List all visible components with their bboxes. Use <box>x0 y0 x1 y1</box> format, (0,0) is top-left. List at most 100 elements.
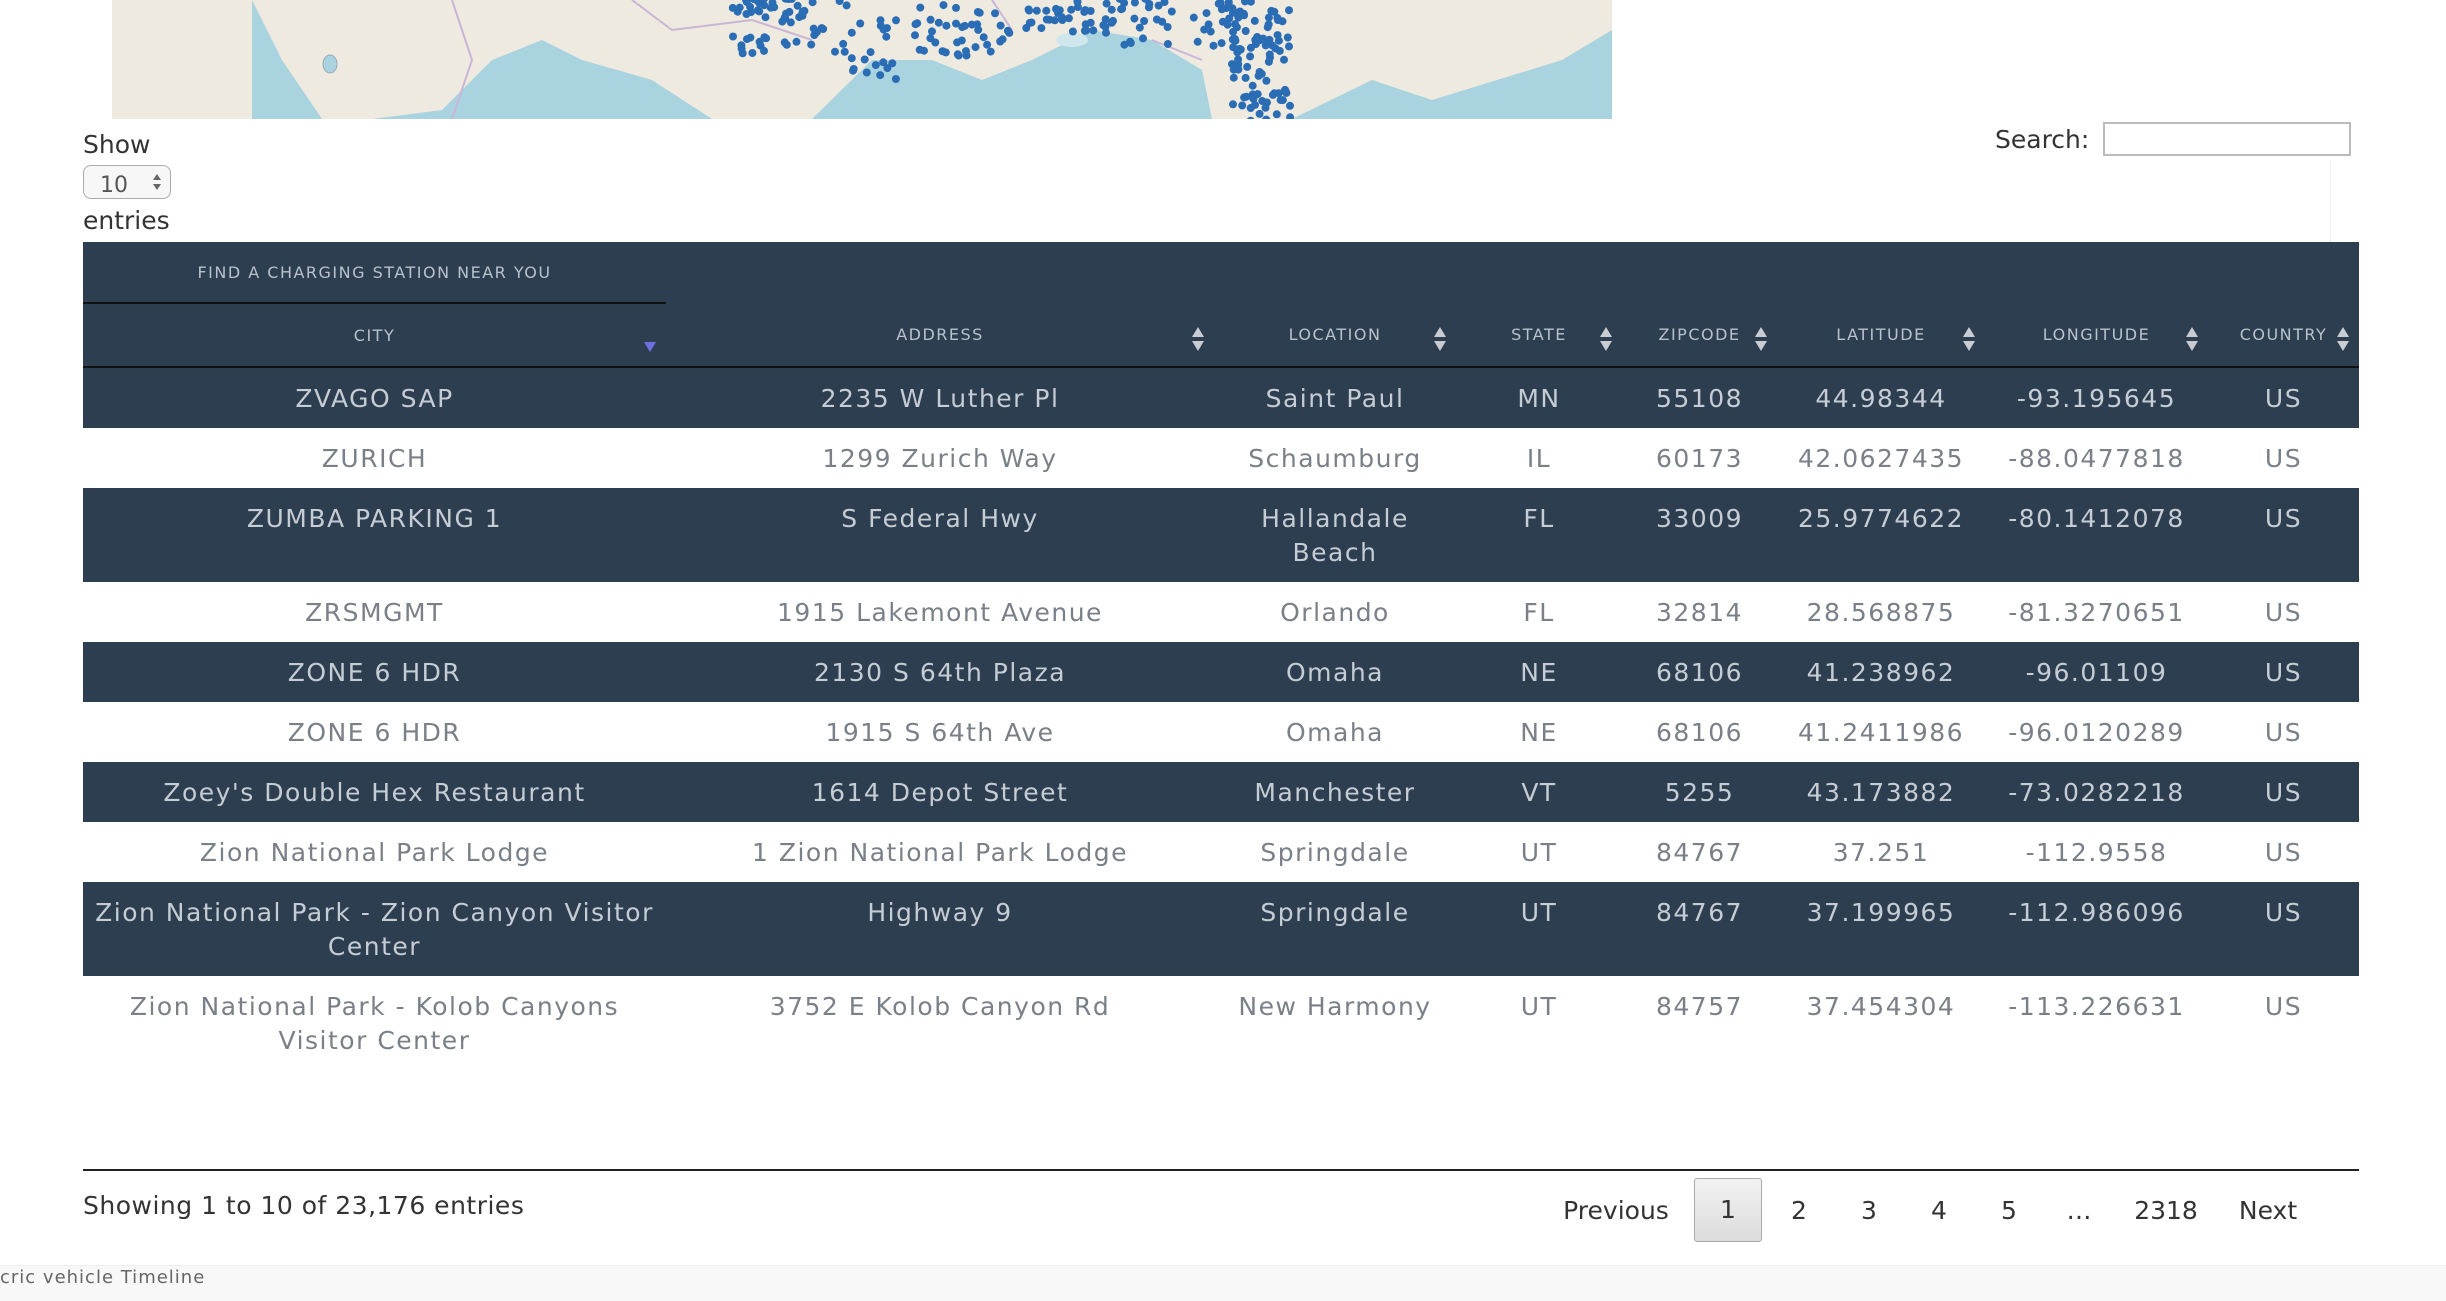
station-marker[interactable] <box>1003 26 1012 35</box>
station-marker[interactable] <box>991 9 999 18</box>
station-marker[interactable] <box>1032 6 1041 15</box>
station-marker[interactable] <box>1163 23 1172 31</box>
station-marker[interactable] <box>793 1 802 10</box>
station-marker[interactable] <box>1270 89 1279 98</box>
station-marker[interactable] <box>738 49 747 58</box>
previous-button[interactable]: Previous <box>1540 1196 1692 1225</box>
table-row[interactable]: ZUMBA PARKING 1S Federal Hwy Hallandale B… <box>83 488 2359 582</box>
station-marker[interactable] <box>931 38 940 47</box>
station-marker[interactable] <box>798 11 807 20</box>
station-marker[interactable] <box>1261 103 1270 112</box>
station-marker[interactable] <box>835 0 844 5</box>
station-marker[interactable] <box>862 68 871 77</box>
station-marker[interactable] <box>807 40 816 49</box>
station-marker[interactable] <box>1262 76 1271 85</box>
station-marker[interactable] <box>971 43 980 52</box>
station-marker[interactable] <box>1285 42 1293 51</box>
column-header-longitude[interactable]: LONGITUDE <box>1985 303 2208 368</box>
station-marker[interactable] <box>939 1 948 10</box>
station-marker[interactable] <box>1101 15 1110 24</box>
table-row[interactable]: ZONE 6 HDR 1915 S 64th Ave Omaha NE 68106 41.… <box>83 702 2359 762</box>
station-marker[interactable] <box>782 40 791 49</box>
station-marker[interactable] <box>911 31 919 40</box>
station-marker[interactable] <box>975 8 984 17</box>
station-marker[interactable] <box>1167 7 1176 16</box>
station-marker[interactable] <box>1140 17 1149 25</box>
station-marker[interactable] <box>1239 9 1248 18</box>
station-marker[interactable] <box>1272 110 1281 119</box>
station-marker[interactable] <box>1275 46 1284 55</box>
column-header-zipcode[interactable]: ZIPCODE <box>1622 303 1777 368</box>
station-marker[interactable] <box>1228 4 1237 13</box>
station-marker[interactable] <box>1193 37 1202 46</box>
station-map[interactable]: i <box>112 0 1612 119</box>
station-marker[interactable] <box>1202 9 1211 18</box>
station-marker[interactable] <box>934 18 943 27</box>
station-markers[interactable] <box>112 0 1612 119</box>
station-marker[interactable] <box>962 51 971 60</box>
station-marker[interactable] <box>1229 100 1237 109</box>
station-marker[interactable] <box>1050 16 1059 25</box>
station-marker[interactable] <box>952 3 960 12</box>
station-marker[interactable] <box>1246 43 1255 52</box>
station-marker[interactable] <box>1089 26 1098 35</box>
station-marker[interactable] <box>840 47 849 56</box>
station-marker[interactable] <box>1135 23 1144 32</box>
station-marker[interactable] <box>1276 96 1285 104</box>
station-marker[interactable] <box>735 3 744 12</box>
station-marker[interactable] <box>856 19 865 28</box>
page-button[interactable]: 5 <box>1976 1196 2042 1225</box>
station-marker[interactable] <box>1068 27 1077 36</box>
station-marker[interactable] <box>1251 100 1259 109</box>
station-marker[interactable] <box>871 61 880 70</box>
page-button[interactable]: 2318 <box>2116 1196 2216 1225</box>
table-row[interactable]: Zion National Park - Kolob Canyons Visit… <box>83 976 2359 1070</box>
station-marker[interactable] <box>1025 18 1034 27</box>
page-button[interactable]: 2 <box>1766 1196 1832 1225</box>
station-marker[interactable] <box>808 0 817 7</box>
station-marker[interactable] <box>958 23 967 32</box>
station-marker[interactable] <box>1233 65 1242 74</box>
station-marker[interactable] <box>1254 71 1263 80</box>
station-marker[interactable] <box>1231 36 1240 45</box>
station-marker[interactable] <box>849 65 858 73</box>
station-marker[interactable] <box>1229 27 1238 36</box>
entries-select[interactable]: 10 <box>83 165 171 199</box>
station-marker[interactable] <box>891 75 900 83</box>
station-marker[interactable] <box>860 55 869 64</box>
station-marker[interactable] <box>1248 81 1257 90</box>
station-marker[interactable] <box>748 49 757 57</box>
station-marker[interactable] <box>842 1 851 10</box>
station-marker[interactable] <box>1037 24 1046 33</box>
station-marker[interactable] <box>1280 55 1288 64</box>
station-marker[interactable] <box>986 47 995 56</box>
station-marker[interactable] <box>1189 13 1198 22</box>
station-marker[interactable] <box>1247 116 1255 119</box>
station-marker[interactable] <box>911 20 920 29</box>
station-marker[interactable] <box>1262 115 1271 119</box>
station-marker[interactable] <box>1286 113 1295 119</box>
station-marker[interactable] <box>926 15 935 24</box>
table-row[interactable]: Zion National Park - Zion Canyon Visitor… <box>83 882 2359 976</box>
station-marker[interactable] <box>1241 0 1249 6</box>
station-marker[interactable] <box>1261 41 1270 50</box>
station-marker[interactable] <box>876 16 885 25</box>
station-marker[interactable] <box>847 54 856 63</box>
station-marker[interactable] <box>792 37 801 46</box>
station-marker[interactable] <box>1251 36 1260 44</box>
station-marker[interactable] <box>1042 15 1051 24</box>
column-header-city[interactable]: CITY <box>83 303 666 368</box>
station-marker[interactable] <box>866 48 875 57</box>
station-marker[interactable] <box>1107 5 1116 14</box>
station-marker[interactable] <box>743 35 751 44</box>
station-marker[interactable] <box>831 47 839 56</box>
station-marker[interactable] <box>1130 14 1139 23</box>
station-marker[interactable] <box>1081 20 1090 29</box>
station-marker[interactable] <box>1214 0 1223 8</box>
footer-tab-label[interactable]: cric vehicle Timeline <box>0 1268 205 1288</box>
station-marker[interactable] <box>938 47 947 56</box>
station-marker[interactable] <box>1241 73 1250 82</box>
station-marker[interactable] <box>979 33 988 42</box>
station-marker[interactable] <box>1264 20 1273 29</box>
station-marker[interactable] <box>839 39 848 48</box>
